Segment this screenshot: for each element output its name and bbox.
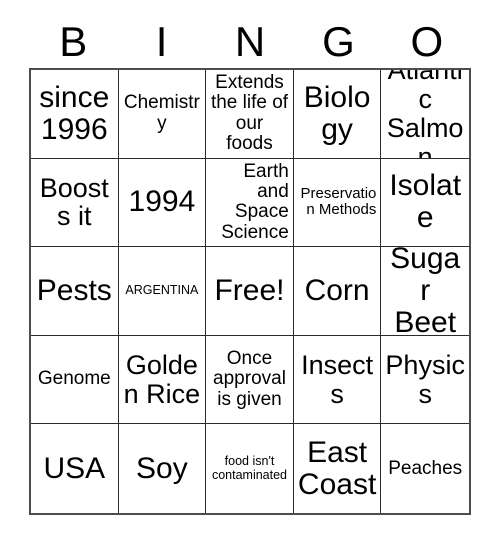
bingo-cell-label: Golden Rice	[123, 349, 201, 409]
bingo-cell-i5[interactable]: Soy	[118, 424, 207, 513]
bingo-cell-label: food isn't contaminated	[211, 454, 288, 482]
bingo-cell-n5[interactable]: food isn't contaminated	[206, 424, 294, 513]
bingo-cell-o1[interactable]: Atlantic Salmon	[381, 70, 469, 159]
header-letter-n: N	[234, 18, 266, 65]
header-letter-g: G	[322, 18, 355, 65]
bingo-cell-label: Extends the life of our foods	[210, 72, 289, 155]
bingo-cell-label: Free!	[214, 273, 285, 307]
bingo-cell-label: Peaches	[388, 457, 463, 479]
bingo-cell-g1[interactable]: Biology	[293, 70, 382, 159]
bingo-card: B I N G O since 1996 Chemistry Extends t…	[0, 0, 500, 544]
bingo-cell-label: Corn	[304, 273, 370, 307]
header-letter-o: O	[410, 18, 444, 65]
bingo-cell-label: USA	[43, 451, 106, 485]
bingo-cell-n4[interactable]: Once approval is given	[206, 335, 294, 425]
bingo-cell-label: Atlantic Salmon	[386, 70, 464, 159]
bingo-cell-i4[interactable]: Golden Rice	[118, 335, 207, 425]
bingo-cell-label: East Coast	[297, 435, 377, 501]
bingo-cell-b4[interactable]: Genome	[31, 335, 119, 425]
bingo-cell-label: since 1996	[39, 80, 110, 146]
bingo-cell-i1[interactable]: Chemistry	[118, 70, 207, 159]
bingo-cell-o3[interactable]: Sugar Beet	[381, 247, 469, 336]
header-letter-i: I	[155, 18, 168, 65]
bingo-cell-label: Biology	[303, 80, 371, 146]
bingo-cell-o5[interactable]: Peaches	[381, 424, 469, 513]
bingo-grid: since 1996 Chemistry Extends the life of…	[29, 68, 471, 515]
bingo-cell-label: Soy	[136, 451, 188, 485]
bingo-cell-i2[interactable]: 1994	[118, 158, 207, 248]
bingo-cell-label: Isolate	[389, 169, 462, 235]
bingo-cell-label: Pests	[36, 273, 112, 307]
bingo-cell-g5[interactable]: East Coast	[293, 424, 382, 513]
bingo-cell-g2[interactable]: Preservation Methods	[293, 158, 382, 248]
bingo-cell-label: 1994	[128, 185, 196, 219]
bingo-cell-n2[interactable]: Earth and Space Science	[206, 158, 294, 248]
bingo-cell-label: Preservation Methods	[300, 185, 377, 219]
bingo-cell-label: Insects	[301, 349, 374, 409]
header-letter-b: B	[59, 18, 88, 65]
bingo-cell-b1[interactable]: since 1996	[31, 70, 119, 159]
bingo-cell-b2[interactable]: Boosts it	[31, 158, 119, 248]
bingo-cell-label: Boosts it	[39, 172, 109, 232]
bingo-cell-o2[interactable]: Isolate	[381, 158, 469, 248]
bingo-cell-b3[interactable]: Pests	[31, 247, 119, 336]
bingo-cell-label: Sugar Beet	[390, 247, 461, 336]
bingo-cell-o4[interactable]: Physics	[381, 335, 469, 425]
bingo-cell-n1[interactable]: Extends the life of our foods	[206, 70, 294, 159]
bingo-cell-label: Once approval is given	[213, 348, 286, 410]
bingo-cell-g4[interactable]: Insects	[293, 335, 382, 425]
bingo-cell-label: Physics	[385, 349, 465, 409]
bingo-cell-label: ARGENTINA	[125, 283, 199, 298]
bingo-header: B I N G O	[29, 16, 471, 68]
bingo-cell-b5[interactable]: USA	[31, 424, 119, 513]
bingo-cell-i3[interactable]: ARGENTINA	[118, 247, 207, 336]
bingo-cell-free-space[interactable]: Free!	[206, 247, 294, 336]
bingo-cell-label: Chemistry	[123, 92, 200, 134]
bingo-cell-label: Genome	[37, 368, 111, 390]
bingo-cell-label: Earth and Space Science	[221, 160, 289, 243]
bingo-cell-g3[interactable]: Corn	[293, 247, 382, 336]
